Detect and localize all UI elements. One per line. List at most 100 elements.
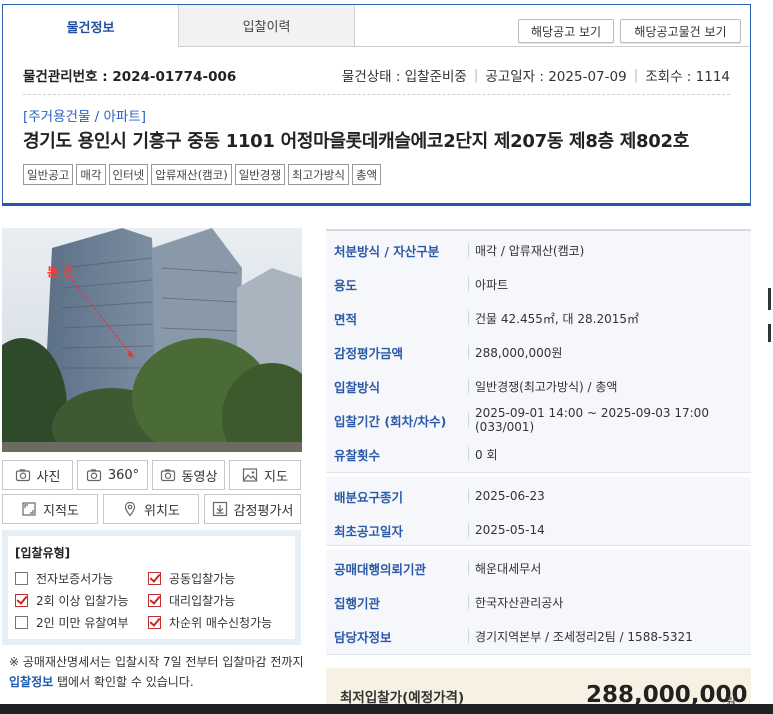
info-row-label: 입찰방식 (334, 379, 381, 395)
tag-badge: 일반경쟁 (234, 164, 286, 185)
bid-type-option: 2인 미만 유찰여부 (15, 614, 129, 631)
bid-type-option: 대리입찰가능 (148, 592, 235, 609)
info-row-value: 2025-06-23 (475, 489, 545, 503)
checked-checkbox-icon (15, 594, 28, 607)
bid-type-option-label: 공동입찰가능 (169, 572, 236, 586)
info-row: 최초공고일자 2025-05-14 (326, 513, 751, 547)
bid-type-option: 차순위 매수신청가능 (148, 614, 272, 631)
info-row-value: 아파트 (475, 277, 509, 292)
photo-button[interactable]: 사진 (2, 460, 73, 490)
divider (23, 94, 730, 95)
view-notice-items-button[interactable]: 해당공고물건 보기 (620, 19, 741, 43)
building-photo-image: 본 건 (2, 228, 302, 452)
info-row-label: 공매대행의뢰기관 (334, 561, 427, 577)
appraisal-report-button-label: 감정평가서 (233, 503, 294, 519)
info-row: 유찰횟수 0 회 (326, 437, 751, 471)
bid-type-option: 2회 이상 입찰가능 (15, 592, 129, 609)
info-row-label: 담당자정보 (334, 629, 392, 645)
info-row-label: 면적 (334, 311, 358, 327)
item-info-table: 처분방식 / 자산구분 매각 / 압류재산(캠코) 용도 아파트면적 건물 42.455… (326, 229, 751, 655)
view360-button[interactable]: 360° (77, 460, 148, 490)
info-row-divider (468, 413, 469, 427)
info-row-value: 2025-05-14 (475, 523, 545, 537)
bid-type-box: [입찰유형] 전자보증서가능 공동입찰가능 2회 이상 입찰가능 대리입찰가능 2인 미… (2, 530, 301, 645)
tag-badge: 매각 (76, 164, 106, 185)
tab-bid-history[interactable]: 입찰이력 (178, 5, 355, 47)
bid-info-link[interactable]: 입찰정보 (9, 675, 53, 689)
cadastral-map-button-label: 지적도 (43, 503, 79, 519)
tag-badge: 일반공고 (23, 164, 74, 185)
cadastral-map-button[interactable]: 지적도 (2, 494, 98, 524)
info-row: 배분요구종기 2025-06-23 (326, 479, 751, 513)
info-row: 감정평가금액 288,000,000원 (326, 335, 751, 369)
info-row-divider (468, 379, 469, 393)
info-row-value: 매각 / 압류재산(캠코) (475, 243, 585, 258)
checked-checkbox-icon (148, 572, 161, 585)
info-row-divider (468, 311, 469, 325)
info-row-divider (468, 489, 469, 503)
info-row-value: 288,000,000원 (475, 345, 563, 360)
property-photo[interactable]: 본 건 (2, 228, 302, 452)
map-pin-icon (124, 501, 136, 517)
info-row-label: 최초공고일자 (334, 523, 404, 539)
info-row-label: 처분방식 / 자산구분 (334, 243, 440, 259)
info-row-divider (468, 523, 469, 537)
map-button[interactable]: 지도 (229, 460, 301, 490)
info-row-divider (468, 561, 469, 575)
info-row-divider (468, 277, 469, 291)
scroll-edge-mark (768, 324, 771, 342)
video-button[interactable]: 동영상 (152, 460, 225, 490)
meta-separator: | (473, 67, 479, 83)
tab-item-info[interactable]: 물건정보 (3, 5, 178, 47)
checked-checkbox-icon (148, 594, 161, 607)
info-row-label: 집행기관 (334, 595, 381, 611)
page: 물건정보 입찰이력 해당공고 보기 해당공고물건 보기 물건관리번호 : 202… (0, 0, 773, 714)
info-row-label: 감정평가금액 (334, 345, 404, 361)
checked-checkbox-icon (148, 616, 161, 629)
view-count: 조회수 : 1114 (645, 69, 730, 85)
tag-badge: 압류재산(캠코) (151, 164, 232, 185)
info-row: 처분방식 / 자산구분 매각 / 압류재산(캠코) (326, 233, 751, 267)
location-map-button[interactable]: 위치도 (103, 494, 199, 524)
info-row-value: 0 회 (475, 447, 498, 462)
bid-type-option-label: 대리입찰가능 (169, 594, 236, 608)
tab-divider (355, 46, 750, 47)
bid-type-option-label: 2회 이상 입찰가능 (36, 594, 129, 608)
notice-text: ※ 공매재산명세서는 입찰시작 7일 전부터 입찰마감 전까지 입찰정보 탭에서… (9, 652, 304, 692)
expand-icon (22, 502, 36, 516)
info-row-value: 한국자산관리공사 (475, 595, 564, 610)
photo-label: 본 건 (47, 264, 73, 279)
info-row-divider (468, 629, 469, 643)
info-row-divider (468, 243, 469, 257)
camera-icon (86, 469, 101, 482)
info-row: 면적 건물 42.455㎡, 대 28.2015㎡ (326, 301, 751, 335)
bid-type-option: 전자보증서가능 (15, 570, 113, 587)
bid-type-option-label: 차순위 매수신청가능 (169, 616, 273, 630)
info-row-divider (468, 595, 469, 609)
info-row-label: 용도 (334, 277, 358, 293)
location-map-button-label: 위치도 (144, 503, 180, 519)
info-row: 담당자정보 경기지역본부 / 조세정리2팀 / 1588-5321 (326, 619, 751, 653)
info-row-divider (468, 345, 469, 359)
appraisal-report-button[interactable]: 감정평가서 (204, 494, 301, 524)
camera-icon (15, 469, 30, 482)
item-category: [주거용건물 / 아파트] (23, 109, 147, 125)
notice-text-part1: ※ 공매재산명세서는 입찰시작 7일 전부터 입찰마감 전까지 (9, 655, 304, 669)
tag-badge: 총액 (351, 164, 382, 185)
image-icon (242, 468, 258, 482)
info-row: 입찰방식 일반경쟁(최고가방식) / 총액 (326, 369, 751, 403)
info-row-label: 입찰기간 (회차/차수) (334, 413, 447, 429)
unchecked-checkbox-icon (15, 572, 28, 585)
info-row-divider (468, 447, 469, 461)
min-bid-price-label: 최저입찰가(예정가격) (340, 690, 465, 706)
view-notice-button[interactable]: 해당공고 보기 (518, 19, 614, 43)
info-row-value: 해운대세무서 (475, 561, 542, 576)
info-row-label: 배분요구종기 (334, 489, 404, 505)
bid-type-option: 공동입찰가능 (148, 570, 235, 587)
item-title: 경기도 용인시 기흥구 중동 1101 어정마을롯데캐슬에코2단지 제207동 … (23, 131, 689, 152)
download-icon (212, 501, 227, 517)
info-row: 입찰기간 (회차/차수) 2025-09-01 14:00 ~ 2025-09-0… (326, 403, 751, 437)
unchecked-checkbox-icon (15, 616, 28, 629)
bottom-taskbar (0, 704, 773, 714)
map-button-label: 지도 (264, 469, 288, 485)
